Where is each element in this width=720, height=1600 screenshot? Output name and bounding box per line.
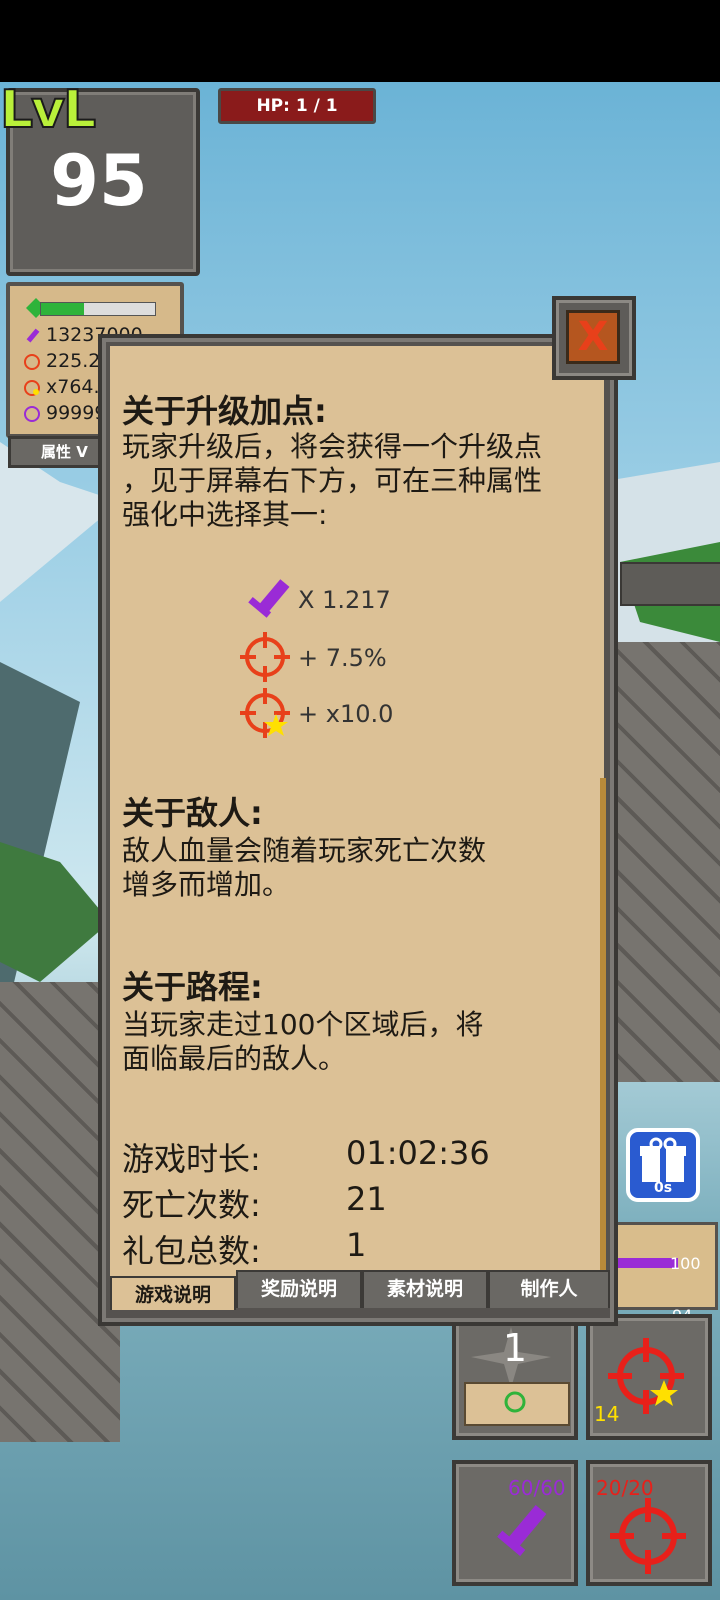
playtime-label: 游戏时长: xyxy=(122,1140,261,1178)
route-progress-bar xyxy=(608,1258,678,1268)
crit-multiplier-value: + x10.0 xyxy=(298,700,394,728)
refresh-icon xyxy=(504,1391,526,1413)
floor-tiles-right xyxy=(610,642,720,1082)
route-text-line2: 面临最后的敌人。 xyxy=(122,1042,347,1075)
enemy-text-line1: 敌人血量会随着玩家死亡次数 xyxy=(122,834,487,867)
attack-multiplier-value: X 1.217 xyxy=(298,586,391,614)
stat-crosshair-icon xyxy=(24,354,40,370)
enemy-text-line2: 增多而增加。 xyxy=(122,868,291,901)
sword-icon xyxy=(497,1504,547,1557)
deaths-label: 死亡次数: xyxy=(122,1186,261,1224)
stone-bench xyxy=(620,562,720,606)
upgrade-text-line3: 强化中选择其一: xyxy=(122,498,328,531)
deaths-value: 21 xyxy=(346,1180,387,1218)
stat-crosshair-star-icon xyxy=(24,380,40,396)
tab-game-guide[interactable]: 游戏说明 xyxy=(110,1276,236,1310)
health-mini-bar xyxy=(40,302,156,316)
dialog-scrollbar[interactable] xyxy=(600,778,606,1286)
crit-skill-button[interactable]: 20/20 xyxy=(586,1460,712,1586)
stat-crit-multiplier: x764. xyxy=(46,376,100,398)
crosshair-star-icon xyxy=(240,688,290,738)
upgrade-text-line1: 玩家升级后，将会获得一个升级点 xyxy=(122,430,543,463)
attack-charges: 60/60 xyxy=(508,1476,566,1500)
crosshair-icon xyxy=(240,632,290,682)
attack-skill-button[interactable]: 60/60 xyxy=(452,1460,578,1586)
upgrade-points-button[interactable]: 1 xyxy=(452,1314,578,1440)
gift-icon xyxy=(640,1137,686,1182)
crit-upgrade-count: 14 xyxy=(594,1402,620,1426)
route-text-line1: 当玩家走过100个区域后，将 xyxy=(122,1008,484,1041)
close-icon: X xyxy=(566,310,620,364)
tab-rewards[interactable]: 奖励说明 xyxy=(236,1270,362,1308)
playtime-value: 01:02:36 xyxy=(346,1134,490,1172)
level-number: 95 xyxy=(50,140,148,222)
enemy-section-title: 关于敌人: xyxy=(122,794,263,832)
gift-timer: 0s xyxy=(653,1180,673,1196)
upgrade-section-title: 关于升级加点: xyxy=(122,392,327,430)
gifts-label: 礼包总数: xyxy=(122,1232,261,1270)
stat-sword-icon xyxy=(26,328,40,343)
route-progress-max: 100 xyxy=(670,1254,701,1273)
stat-crit-rate: 225.2 xyxy=(46,350,101,372)
gifts-value: 1 xyxy=(346,1226,367,1264)
crit-upgrade-button[interactable]: 14 xyxy=(586,1314,712,1440)
crit-rate-value: + 7.5% xyxy=(298,644,387,672)
route-section-title: 关于路程: xyxy=(122,968,263,1006)
level-title: LvL xyxy=(0,79,97,141)
upgrade-points-count: 1 xyxy=(502,1326,528,1370)
hp-bar: HP: 1 / 1 xyxy=(218,88,376,124)
stat-crosshair-icon-2 xyxy=(24,406,40,422)
tab-credits[interactable]: 制作人 xyxy=(488,1270,610,1308)
crosshair-icon xyxy=(610,1498,686,1574)
close-button[interactable]: X xyxy=(552,296,636,380)
tab-assets[interactable]: 素材说明 xyxy=(362,1270,488,1308)
upgrade-text-line2: ，见于屏幕右下方，可在三种属性 xyxy=(122,464,543,497)
sword-icon xyxy=(248,579,290,618)
